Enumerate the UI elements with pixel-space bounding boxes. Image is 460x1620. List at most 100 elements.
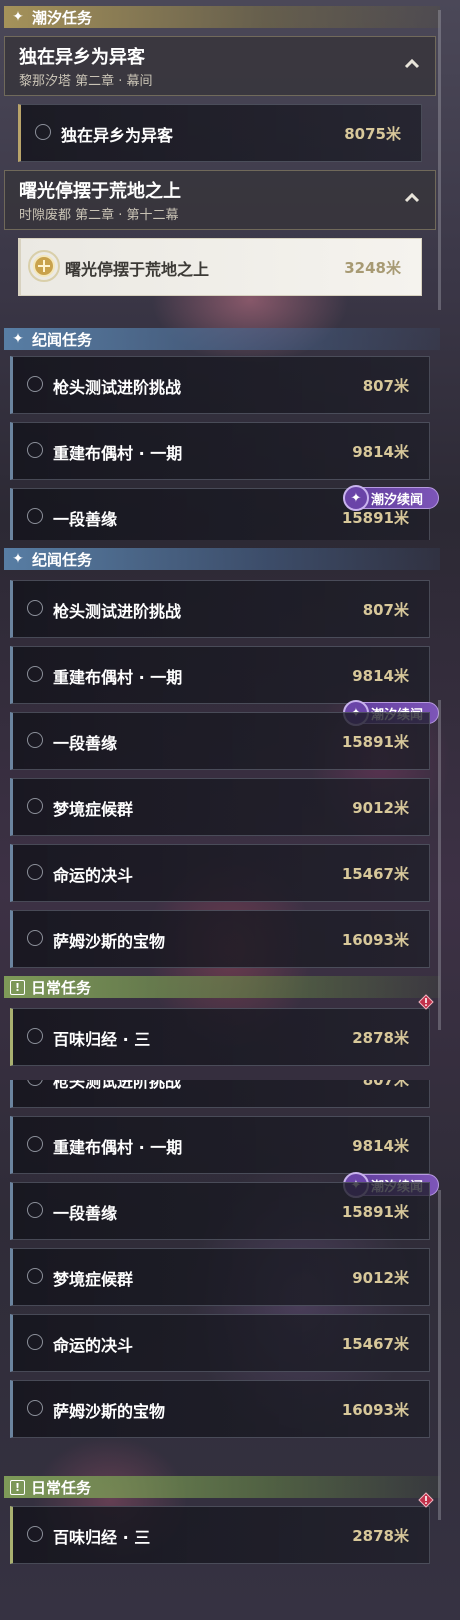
section-title: 日常任务 — [31, 978, 92, 997]
quest-distance: 9012米 — [352, 799, 409, 817]
section-header-daily-quests[interactable]: ! 日常任务 — [4, 1476, 440, 1498]
quest-row-daily[interactable]: 百味归经 · 三 2878米 — [10, 1008, 430, 1066]
quest-name: 一段善缘 — [53, 510, 118, 529]
quest-status-icon — [27, 1028, 43, 1044]
scrollbar[interactable] — [438, 10, 441, 310]
quest-row[interactable]: 梦境症候群 9012米 — [10, 778, 430, 836]
quest-row[interactable]: 重建布偶村 · 一期 9814米 — [10, 1116, 430, 1174]
group-subtitle: 时隙废都 第二章 · 第十二幕 — [19, 208, 179, 223]
group-title: 独在异乡为异客 — [19, 47, 145, 68]
sparkle-icon: ✦ — [12, 551, 24, 567]
quest-status-icon — [27, 508, 43, 524]
quest-name: 重建布偶村 · 一期 — [53, 1138, 183, 1157]
quest-status-icon — [27, 1526, 43, 1542]
badge-label: 潮汐续闻 — [371, 492, 424, 508]
alert-diamond-icon — [418, 994, 434, 1010]
quest-row[interactable]: 命运的决斗 15467米 — [10, 1314, 430, 1372]
quest-status-icon — [27, 1400, 43, 1416]
quest-name: 重建布偶村 · 一期 — [53, 668, 183, 687]
quest-name: 百味归经 · 三 — [53, 1030, 151, 1049]
group-title: 曙光停摆于荒地之上 — [19, 181, 181, 202]
quest-name: 枪头测试进阶挑战 — [53, 1080, 182, 1091]
quest-status-icon — [27, 600, 43, 616]
tide-sequel-badge: ✦ 潮汐续闻 — [343, 485, 439, 511]
chevron-up-icon[interactable] — [403, 189, 421, 207]
quest-distance: 2878米 — [352, 1029, 409, 1047]
quest-row[interactable]: 重建布偶村 · 一期 9814米 — [10, 646, 430, 704]
sparkle-icon: ✦ — [12, 9, 24, 25]
quest-name: 重建布偶村 · 一期 — [53, 444, 183, 463]
scrollbar[interactable] — [438, 700, 441, 1030]
quest-distance: 15891米 — [341, 733, 409, 751]
section-title: 纪闻任务 — [32, 550, 93, 569]
sparkle-icon: ✦ — [343, 485, 369, 511]
quest-status-icon — [27, 732, 43, 748]
quest-name: 独在异乡为异客 — [61, 126, 174, 145]
quest-panel-3: 枪头测试进阶挑战 807米 重建布偶村 · 一期 9814米 ✦ 潮汐续闻 一段… — [0, 1080, 460, 1620]
quest-row[interactable]: 独在异乡为异客 8075米 — [18, 104, 422, 162]
quest-name: 命运的决斗 — [53, 1336, 134, 1355]
quest-distance: 15467米 — [341, 865, 409, 883]
quest-row-selected[interactable]: 曙光停摆于荒地之上 3248米 — [18, 238, 422, 296]
exclamation-icon: ! — [10, 979, 25, 995]
quest-row[interactable]: 梦境症候群 9012米 — [10, 1248, 430, 1306]
quest-name: 萨姆沙斯的宝物 — [53, 1402, 166, 1421]
section-title: 日常任务 — [31, 1478, 92, 1497]
quest-name: 曙光停摆于荒地之上 — [65, 260, 210, 279]
chevron-up-icon[interactable] — [403, 55, 421, 73]
quest-distance: 807米 — [362, 601, 409, 619]
quest-row[interactable]: 枪头测试进阶挑战 807米 — [10, 1080, 430, 1108]
section-header-tide-quests[interactable]: ✦ 潮汐任务 — [4, 6, 440, 28]
quest-name: 梦境症候群 — [53, 1270, 134, 1289]
group-subtitle: 黎那汐塔 第二章 · 幕间 — [19, 74, 153, 89]
quest-distance: 9012米 — [352, 1269, 409, 1287]
quest-name: 命运的决斗 — [53, 866, 134, 885]
quest-group-2[interactable]: 曙光停摆于荒地之上 时隙废都 第二章 · 第十二幕 — [4, 170, 436, 230]
quest-row[interactable]: 萨姆沙斯的宝物 16093米 — [10, 910, 430, 968]
quest-status-icon — [27, 864, 43, 880]
section-header-story-quests[interactable]: ✦ 纪闻任务 — [4, 328, 440, 350]
quest-row[interactable]: 命运的决斗 15467米 — [10, 844, 430, 902]
quest-panel-1: ✦ 潮汐任务 独在异乡为异客 黎那汐塔 第二章 · 幕间 独在异乡为异客 807… — [0, 0, 460, 540]
quest-row[interactable]: 枪头测试进阶挑战 807米 — [10, 356, 430, 414]
quest-distance: 3248米 — [344, 259, 401, 277]
quest-distance: 16093米 — [341, 1401, 409, 1419]
section-title: 纪闻任务 — [32, 330, 93, 349]
quest-status-icon — [27, 1136, 43, 1152]
quest-row-daily[interactable]: 百味归经 · 三 2878米 — [10, 1506, 430, 1564]
quest-distance: 2878米 — [352, 1527, 409, 1545]
quest-distance: 807米 — [362, 1080, 409, 1089]
quest-status-icon — [27, 798, 43, 814]
quest-group-1[interactable]: 独在异乡为异客 黎那汐塔 第二章 · 幕间 — [4, 36, 436, 96]
quest-status-icon — [27, 442, 43, 458]
quest-name: 一段善缘 — [53, 734, 118, 753]
quest-row[interactable]: 重建布偶村 · 一期 9814米 — [10, 422, 430, 480]
quest-status-icon — [27, 1202, 43, 1218]
quest-distance: 807米 — [362, 377, 409, 395]
quest-row[interactable]: 枪头测试进阶挑战 807米 — [10, 580, 430, 638]
tracking-pin-icon — [28, 250, 60, 282]
quest-distance: 9814米 — [352, 1137, 409, 1155]
quest-row[interactable]: 一段善缘 15891米 — [10, 712, 430, 770]
alert-diamond-icon — [418, 1492, 434, 1508]
quest-status-icon — [27, 376, 43, 392]
quest-name: 百味归经 · 三 — [53, 1528, 151, 1547]
quest-name: 一段善缘 — [53, 1204, 118, 1223]
quest-name: 梦境症候群 — [53, 800, 134, 819]
quest-panel-2: ✦ 纪闻任务 枪头测试进阶挑战 807米 重建布偶村 · 一期 9814米 ✦ … — [0, 540, 460, 1080]
quest-status-icon — [27, 1268, 43, 1284]
sparkle-icon: ✦ — [12, 331, 24, 347]
quest-name: 枪头测试进阶挑战 — [53, 378, 182, 397]
exclamation-icon: ! — [10, 1479, 25, 1495]
section-header-story-quests[interactable]: ✦ 纪闻任务 — [4, 548, 440, 570]
scrollbar[interactable] — [438, 1190, 441, 1520]
quest-distance: 15891米 — [341, 1203, 409, 1221]
quest-row[interactable]: 一段善缘 15891米 — [10, 1182, 430, 1240]
quest-distance: 8075米 — [344, 125, 401, 143]
quest-distance: 16093米 — [341, 931, 409, 949]
quest-row[interactable]: 萨姆沙斯的宝物 16093米 — [10, 1380, 430, 1438]
quest-status-icon — [27, 666, 43, 682]
section-header-daily-quests[interactable]: ! 日常任务 — [4, 976, 440, 998]
quest-distance: 15467米 — [341, 1335, 409, 1353]
quest-status-icon — [27, 930, 43, 946]
